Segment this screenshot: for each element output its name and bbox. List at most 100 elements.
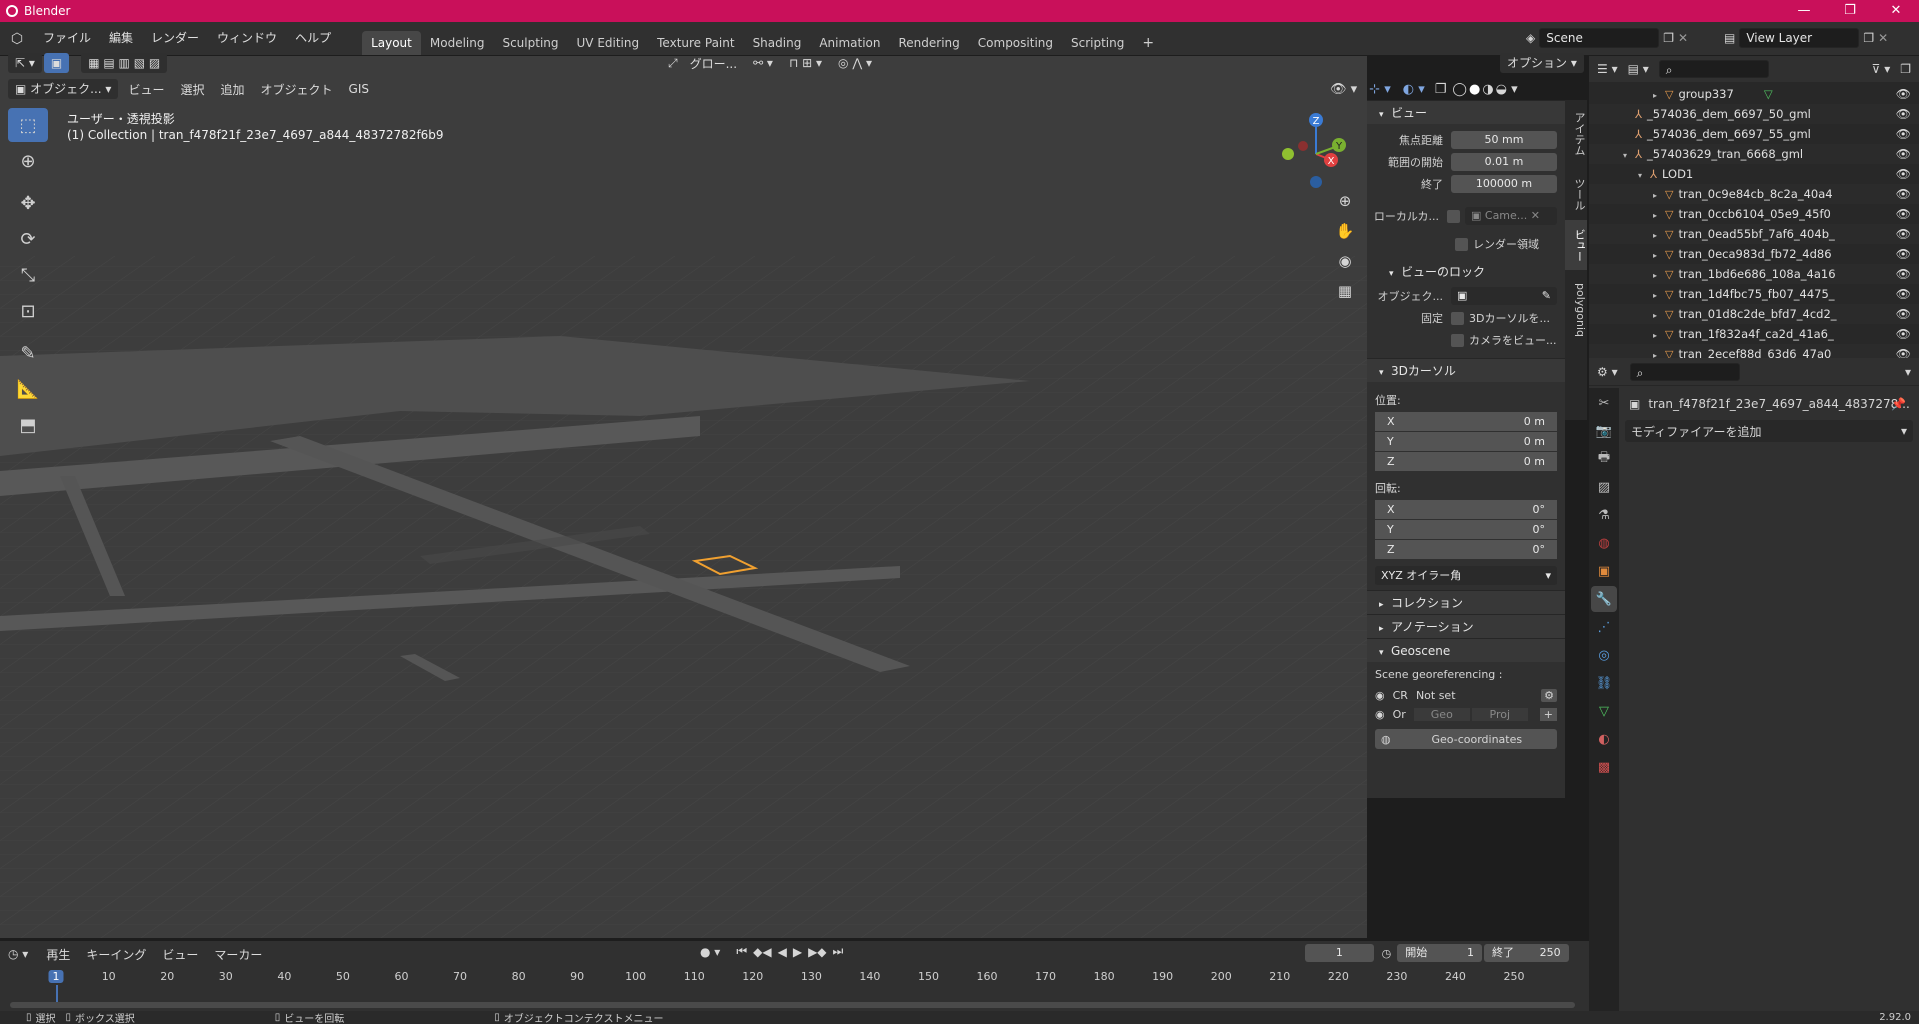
lock-camera-checkbox[interactable]	[1451, 333, 1464, 347]
menu-gis[interactable]: GIS	[341, 82, 377, 96]
tab-layout[interactable]: Layout	[362, 31, 421, 55]
current-frame-field[interactable]: 1	[1305, 944, 1374, 962]
visibility-eye-icon[interactable]: 👁	[1896, 264, 1911, 284]
visibility-eye-icon[interactable]: 👁	[1896, 324, 1911, 344]
add-workspace-button[interactable]: +	[1133, 31, 1163, 55]
shading-render-icon[interactable]: ◒ ▾	[1496, 82, 1518, 97]
pan-hand-icon[interactable]: ✋	[1332, 222, 1358, 252]
visibility-eye-icon[interactable]: 👁	[1896, 84, 1911, 104]
tab-view[interactable]: ビュー	[1565, 220, 1587, 270]
properties-editor-type-icon[interactable]: ⚙ ▾	[1597, 365, 1618, 379]
menu-keying[interactable]: キーイング	[78, 946, 154, 963]
outliner-row[interactable]: ▸ ▽ tran_0c9e84cb_8c2a_40a4 👁	[1589, 184, 1919, 204]
world-props-icon[interactable]: ◍	[1591, 530, 1617, 556]
outliner-row[interactable]: ▸ ▽ tran_01d8c2de_bfd7_4cd2_ 👁	[1589, 304, 1919, 324]
close-icon[interactable]: ✕	[1873, 0, 1919, 22]
cursor-icon[interactable]: ⊕	[8, 144, 48, 178]
next-keyframe-icon[interactable]: ▶◆	[808, 945, 826, 959]
outliner-row[interactable]: ▸ ▽ tran_0ccb6104_05e9_45f0 👁	[1589, 204, 1919, 224]
rotation-mode-select[interactable]: XYZ オイラー角 ▾	[1375, 566, 1557, 586]
expand-arrow-icon[interactable]: ▾	[1638, 166, 1650, 184]
zoom-icon[interactable]: ⊕	[1332, 192, 1358, 222]
rotate-icon[interactable]: ⟳	[8, 222, 48, 256]
focal-length-field[interactable]: 50 mm	[1451, 131, 1557, 149]
eyedropper-icon[interactable]: ✎	[1542, 287, 1557, 305]
shading-material-icon[interactable]: ◑	[1482, 82, 1493, 97]
play-icon[interactable]: ▶	[793, 945, 802, 959]
texture-props-icon[interactable]: ▩	[1591, 754, 1617, 780]
visibility-eye-icon[interactable]: 👁	[1896, 224, 1911, 244]
frame-start-field[interactable]: 開始 1	[1397, 944, 1482, 962]
tab-rendering[interactable]: Rendering	[890, 31, 969, 55]
view-layer-icon[interactable]: ▤	[1724, 31, 1735, 45]
overlay-toggle-icon[interactable]: ◐ ▾	[1403, 82, 1425, 97]
menu-playback[interactable]: 再生	[38, 946, 78, 963]
expand-arrow-icon[interactable]: ▸	[1653, 226, 1665, 244]
mode-select[interactable]: ▣ オブジェク... ▾	[8, 79, 119, 99]
scene-copy-icon[interactable]: ❐	[1663, 31, 1674, 45]
play-reverse-icon[interactable]: ◀	[778, 945, 787, 959]
prev-keyframe-icon[interactable]: ◆◀	[753, 945, 771, 959]
scene-icon[interactable]: ◈	[1526, 31, 1535, 45]
view-layer-remove-icon[interactable]: ✕	[1878, 31, 1888, 45]
local-camera-field[interactable]: ▣ Came... ✕	[1465, 207, 1557, 225]
record-icon[interactable]: ● ▾	[700, 945, 720, 959]
tab-modeling[interactable]: Modeling	[421, 31, 494, 55]
properties-options-icon[interactable]: ▾	[1905, 365, 1911, 379]
visibility-eye-icon[interactable]: 👁	[1896, 144, 1911, 164]
snap-icon[interactable]: ⊓ ⊞ ▾	[789, 56, 822, 70]
rotation-x-field[interactable]: X 0°	[1375, 500, 1557, 520]
tool-props-icon[interactable]: ✂	[1591, 390, 1617, 416]
particles-props-icon[interactable]: ⋰	[1591, 614, 1617, 640]
visibility-eye-icon[interactable]: 👁	[1896, 284, 1911, 304]
view-layer-props-icon[interactable]: ▨	[1591, 474, 1617, 500]
view-layer-field[interactable]: View Layer	[1739, 28, 1860, 48]
outliner-row[interactable]: ▸ ▽ tran_1d4fbc75_fb07_4475_ 👁	[1589, 284, 1919, 304]
menu-add[interactable]: 追加	[212, 81, 252, 98]
cursor-panel-header[interactable]: ▾ 3Dカーソル	[1367, 358, 1565, 382]
outliner-row[interactable]: ▾ ⅄ LOD1 👁	[1589, 164, 1919, 184]
menu-marker[interactable]: マーカー	[206, 946, 270, 963]
geo-coordinates-button[interactable]: ◍ Geo-coordinates	[1375, 729, 1557, 749]
visibility-eye-icon[interactable]: 👁	[1896, 204, 1911, 224]
outliner-row[interactable]: ▸ ▽ group337 ▽ 👁	[1589, 84, 1919, 104]
menu-select[interactable]: 選択	[172, 81, 212, 98]
visibility-eye-icon[interactable]: 👁	[1896, 304, 1911, 324]
outliner-row[interactable]: ▸ ▽ tran_1f832a4f_ca2d_41a6_ 👁	[1589, 324, 1919, 344]
transform-orientation-select[interactable]: グロー...	[682, 55, 745, 72]
visibility-icon[interactable]: 👁 ▾	[1330, 82, 1357, 97]
view-lock-header[interactable]: ▾ ビューのロック	[1367, 260, 1565, 284]
geo-button[interactable]: Geo	[1413, 708, 1470, 721]
outliner-row[interactable]: ▸ ▽ tran_0ead55bf_7af6_404b_ 👁	[1589, 224, 1919, 244]
menu-file[interactable]: ファイル	[34, 22, 100, 55]
measure-icon[interactable]: 📐	[8, 372, 48, 406]
lock-object-field[interactable]: ▣ ✎	[1451, 287, 1557, 305]
maximize-icon[interactable]: ❐	[1827, 0, 1873, 22]
properties-search-input[interactable]: ⌕	[1629, 362, 1740, 381]
jump-end-icon[interactable]: ⏭	[833, 944, 844, 959]
cursor-z-field[interactable]: Z0 m	[1375, 452, 1557, 472]
proj-button[interactable]: Proj	[1471, 708, 1528, 721]
mesh-data-icon[interactable]: ▽	[1764, 87, 1773, 101]
expand-arrow-icon[interactable]: ▾	[1623, 146, 1635, 164]
material-props-icon[interactable]: ◐	[1591, 726, 1617, 752]
outliner-row[interactable]: ▾ ⅄ _57403629_tran_6668_gml 👁	[1589, 144, 1919, 164]
timeline-ruler[interactable]: 1 10 20 30 40 50 60 70 80 90 100 110 120 130 140 150 160…	[0, 967, 1589, 1005]
jump-start-icon[interactable]: ⏮	[736, 944, 747, 959]
lock-cursor-checkbox[interactable]	[1451, 311, 1464, 325]
outliner-row[interactable]: ▸ ▽ tran_0eca983d_fb72_4d86 👁	[1589, 244, 1919, 264]
menu-help[interactable]: ヘルプ	[286, 22, 340, 55]
add-origin-button[interactable]: +	[1539, 708, 1557, 721]
ortho-grid-icon[interactable]: ▦	[1332, 282, 1358, 312]
display-mode-icon[interactable]: ▤ ▾	[1628, 62, 1649, 76]
render-region-checkbox[interactable]	[1455, 237, 1468, 251]
tab-item[interactable]: アイテム	[1565, 100, 1587, 168]
scene-props-icon[interactable]: ⚗	[1591, 502, 1617, 528]
expand-arrow-icon[interactable]: ▸	[1653, 326, 1665, 344]
geoscene-panel-header[interactable]: ▾ Geoscene	[1367, 638, 1565, 662]
options-dropdown[interactable]: オプション ▾	[1500, 53, 1584, 73]
clock-icon[interactable]: ◷	[1382, 947, 1392, 960]
tab-uv-editing[interactable]: UV Editing	[568, 31, 649, 55]
view-layer-copy-icon[interactable]: ❐	[1863, 31, 1874, 45]
menu-render[interactable]: レンダー	[142, 22, 208, 55]
